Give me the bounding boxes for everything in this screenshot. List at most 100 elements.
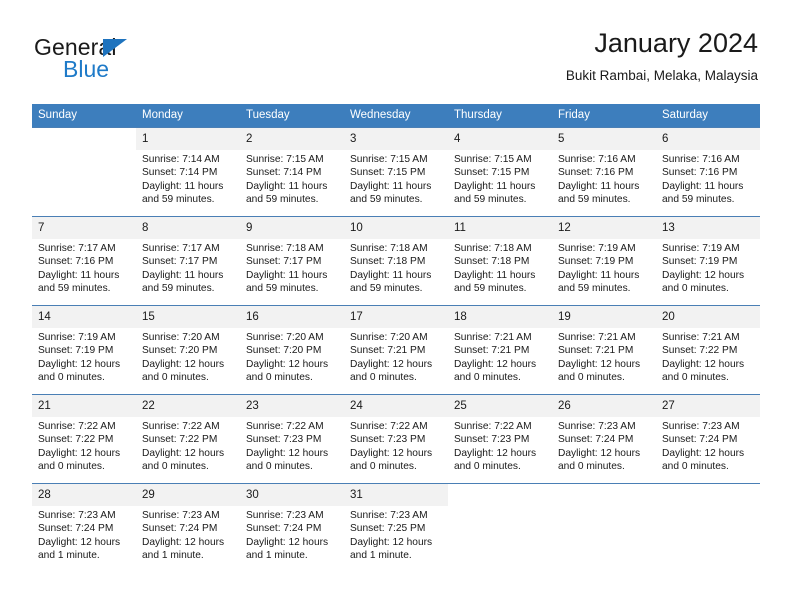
- daylight-text: Daylight: 12 hours and 0 minutes.: [662, 269, 745, 295]
- daylight-text: Daylight: 12 hours and 0 minutes.: [558, 447, 641, 473]
- calendar-day-cell[interactable]: 31 Sunrise: 7:23 AM Sunset: 7:25 PM Dayligh…: [344, 483, 448, 572]
- daylight-text: Daylight: 11 hours and 59 minutes.: [350, 180, 432, 206]
- day-number: 14: [32, 306, 136, 328]
- calendar-day-cell[interactable]: 24 Sunrise: 7:22 AM Sunset: 7:23 PM Dayligh…: [344, 394, 448, 484]
- calendar-week-row: 14 Sunrise: 7:19 AM Sunset: 7:19 PM Dayligh…: [32, 305, 760, 395]
- calendar-day-cell[interactable]: 16 Sunrise: 7:20 AM Sunset: 7:20 PM Dayligh…: [240, 305, 344, 395]
- sunrise-text: Sunrise: 7:23 AM: [246, 510, 324, 521]
- day-sun-info: Sunrise: 7:21 AM Sunset: 7:22 PM Daylight:…: [656, 328, 760, 385]
- calendar-day-cell[interactable]: 29 Sunrise: 7:23 AM Sunset: 7:24 PM Dayligh…: [136, 483, 240, 572]
- calendar-day-cell[interactable]: 5 Sunrise: 7:16 AM Sunset: 7:16 PM Daylight…: [552, 127, 656, 217]
- day-number: 6: [656, 128, 760, 150]
- calendar-day-cell[interactable]: 6 Sunrise: 7:16 AM Sunset: 7:16 PM Daylight…: [656, 127, 760, 217]
- day-number: 12: [552, 217, 656, 239]
- day-number: 9: [240, 217, 344, 239]
- day-sun-info: Sunrise: 7:21 AM Sunset: 7:21 PM Daylight:…: [552, 328, 656, 385]
- calendar-day-cell[interactable]: 2 Sunrise: 7:15 AM Sunset: 7:14 PM Daylight…: [240, 127, 344, 217]
- calendar-day-cell[interactable]: 3 Sunrise: 7:15 AM Sunset: 7:15 PM Daylight…: [344, 127, 448, 217]
- day-number: 24: [344, 395, 448, 417]
- daylight-text: Daylight: 11 hours and 59 minutes.: [558, 180, 640, 206]
- day-number: 8: [136, 217, 240, 239]
- day-number: 27: [656, 395, 760, 417]
- day-sun-info: Sunrise: 7:14 AM Sunset: 7:14 PM Daylight:…: [136, 150, 240, 207]
- sunset-text: Sunset: 7:24 PM: [558, 434, 634, 446]
- calendar-week-row: 1 Sunrise: 7:14 AM Sunset: 7:14 PM Daylight…: [32, 127, 760, 217]
- sunrise-text: Sunrise: 7:21 AM: [662, 332, 740, 343]
- calendar-day-cell[interactable]: 7 Sunrise: 7:17 AM Sunset: 7:16 PM Daylight…: [32, 216, 136, 306]
- calendar-day-cell[interactable]: 13 Sunrise: 7:19 AM Sunset: 7:19 PM Dayligh…: [656, 216, 760, 306]
- calendar-day-cell[interactable]: 4 Sunrise: 7:15 AM Sunset: 7:15 PM Daylight…: [448, 127, 552, 217]
- day-sun-info: Sunrise: 7:23 AM Sunset: 7:24 PM Daylight:…: [32, 506, 136, 563]
- calendar-day-cell[interactable]: 17 Sunrise: 7:20 AM Sunset: 7:21 PM Dayligh…: [344, 305, 448, 395]
- calendar-day-cell[interactable]: 20 Sunrise: 7:21 AM Sunset: 7:22 PM Dayligh…: [656, 305, 760, 395]
- sunset-text: Sunset: 7:24 PM: [38, 523, 114, 535]
- calendar-day-cell[interactable]: 8 Sunrise: 7:17 AM Sunset: 7:17 PM Daylight…: [136, 216, 240, 306]
- calendar-day-cell[interactable]: 15 Sunrise: 7:20 AM Sunset: 7:20 PM Dayligh…: [136, 305, 240, 395]
- calendar-day-cell[interactable]: 12 Sunrise: 7:19 AM Sunset: 7:19 PM Dayligh…: [552, 216, 656, 306]
- day-sun-info: Sunrise: 7:21 AM Sunset: 7:21 PM Daylight:…: [448, 328, 552, 385]
- day-sun-info: Sunrise: 7:23 AM Sunset: 7:24 PM Daylight:…: [552, 417, 656, 474]
- calendar-day-cell[interactable]: 11 Sunrise: 7:18 AM Sunset: 7:18 PM Dayligh…: [448, 216, 552, 306]
- calendar-day-cell[interactable]: 18 Sunrise: 7:21 AM Sunset: 7:21 PM Dayligh…: [448, 305, 552, 395]
- general-blue-logo[interactable]: General Blue: [34, 34, 234, 90]
- sunrise-text: Sunrise: 7:17 AM: [38, 243, 116, 254]
- sunset-text: Sunset: 7:21 PM: [558, 345, 634, 357]
- day-sun-info: Sunrise: 7:20 AM Sunset: 7:20 PM Daylight:…: [240, 328, 344, 385]
- daylight-text: Daylight: 12 hours and 0 minutes.: [454, 447, 537, 473]
- calendar-day-cell[interactable]: 27 Sunrise: 7:23 AM Sunset: 7:24 PM Dayligh…: [656, 394, 760, 484]
- day-number: 16: [240, 306, 344, 328]
- sunrise-text: Sunrise: 7:19 AM: [558, 243, 636, 254]
- calendar-day-cell[interactable]: 28 Sunrise: 7:23 AM Sunset: 7:24 PM Dayligh…: [32, 483, 136, 572]
- calendar-day-cell[interactable]: 1 Sunrise: 7:14 AM Sunset: 7:14 PM Daylight…: [136, 127, 240, 217]
- calendar-week-row: 28 Sunrise: 7:23 AM Sunset: 7:24 PM Dayligh…: [32, 483, 760, 572]
- day-number: 23: [240, 395, 344, 417]
- day-sun-info: Sunrise: 7:23 AM Sunset: 7:24 PM Daylight:…: [136, 506, 240, 563]
- daylight-text: Daylight: 12 hours and 0 minutes.: [662, 358, 745, 384]
- calendar-day-cell-empty: [448, 483, 552, 572]
- sunset-text: Sunset: 7:23 PM: [246, 434, 322, 446]
- daylight-text: Daylight: 12 hours and 0 minutes.: [246, 358, 329, 384]
- sunrise-text: Sunrise: 7:17 AM: [142, 243, 220, 254]
- day-number: 1: [136, 128, 240, 150]
- page-subtitle: Bukit Rambai, Melaka, Malaysia: [565, 68, 758, 83]
- sunset-text: Sunset: 7:18 PM: [454, 256, 530, 268]
- sunset-text: Sunset: 7:19 PM: [558, 256, 634, 268]
- sunrise-text: Sunrise: 7:23 AM: [142, 510, 220, 521]
- day-number: 30: [240, 484, 344, 506]
- calendar-day-cell[interactable]: 26 Sunrise: 7:23 AM Sunset: 7:24 PM Dayligh…: [552, 394, 656, 484]
- sunrise-text: Sunrise: 7:20 AM: [142, 332, 220, 343]
- calendar-page: General Blue January 2024 Bukit Rambai, …: [0, 0, 792, 612]
- weekday-header-saturday: Saturday: [656, 104, 760, 128]
- day-number: 26: [552, 395, 656, 417]
- sunset-text: Sunset: 7:19 PM: [38, 345, 114, 357]
- daylight-text: Daylight: 12 hours and 0 minutes.: [142, 447, 225, 473]
- day-sun-info: Sunrise: 7:22 AM Sunset: 7:23 PM Daylight:…: [448, 417, 552, 474]
- sunset-text: Sunset: 7:16 PM: [558, 167, 634, 179]
- calendar-day-cell[interactable]: 19 Sunrise: 7:21 AM Sunset: 7:21 PM Dayligh…: [552, 305, 656, 395]
- day-number: 28: [32, 484, 136, 506]
- sunrise-text: Sunrise: 7:20 AM: [350, 332, 428, 343]
- day-number: 31: [344, 484, 448, 506]
- daylight-text: Daylight: 11 hours and 59 minutes.: [38, 269, 120, 295]
- calendar-day-cell[interactable]: 14 Sunrise: 7:19 AM Sunset: 7:19 PM Dayligh…: [32, 305, 136, 395]
- calendar-day-cell[interactable]: 23 Sunrise: 7:22 AM Sunset: 7:23 PM Dayligh…: [240, 394, 344, 484]
- sunset-text: Sunset: 7:20 PM: [142, 345, 218, 357]
- calendar-day-cell[interactable]: 9 Sunrise: 7:18 AM Sunset: 7:17 PM Daylight…: [240, 216, 344, 306]
- daylight-text: Daylight: 12 hours and 0 minutes.: [662, 447, 745, 473]
- day-sun-info: Sunrise: 7:22 AM Sunset: 7:22 PM Daylight:…: [32, 417, 136, 474]
- daylight-text: Daylight: 12 hours and 0 minutes.: [454, 358, 537, 384]
- daylight-text: Daylight: 11 hours and 59 minutes.: [454, 269, 536, 295]
- logo-triangle-icon: [103, 39, 127, 57]
- day-sun-info: Sunrise: 7:23 AM Sunset: 7:24 PM Daylight:…: [240, 506, 344, 563]
- calendar-day-cell[interactable]: 30 Sunrise: 7:23 AM Sunset: 7:24 PM Dayligh…: [240, 483, 344, 572]
- sunset-text: Sunset: 7:25 PM: [350, 523, 426, 535]
- calendar-day-cell[interactable]: 25 Sunrise: 7:22 AM Sunset: 7:23 PM Dayligh…: [448, 394, 552, 484]
- sunrise-text: Sunrise: 7:16 AM: [662, 154, 740, 165]
- calendar-day-cell[interactable]: 22 Sunrise: 7:22 AM Sunset: 7:22 PM Dayligh…: [136, 394, 240, 484]
- daylight-text: Daylight: 12 hours and 1 minute.: [142, 536, 225, 562]
- day-sun-info: Sunrise: 7:15 AM Sunset: 7:14 PM Daylight:…: [240, 150, 344, 207]
- calendar-day-cell[interactable]: 21 Sunrise: 7:22 AM Sunset: 7:22 PM Dayligh…: [32, 394, 136, 484]
- day-number: [448, 484, 552, 506]
- daylight-text: Daylight: 12 hours and 0 minutes.: [142, 358, 225, 384]
- calendar-day-cell[interactable]: 10 Sunrise: 7:18 AM Sunset: 7:18 PM Dayligh…: [344, 216, 448, 306]
